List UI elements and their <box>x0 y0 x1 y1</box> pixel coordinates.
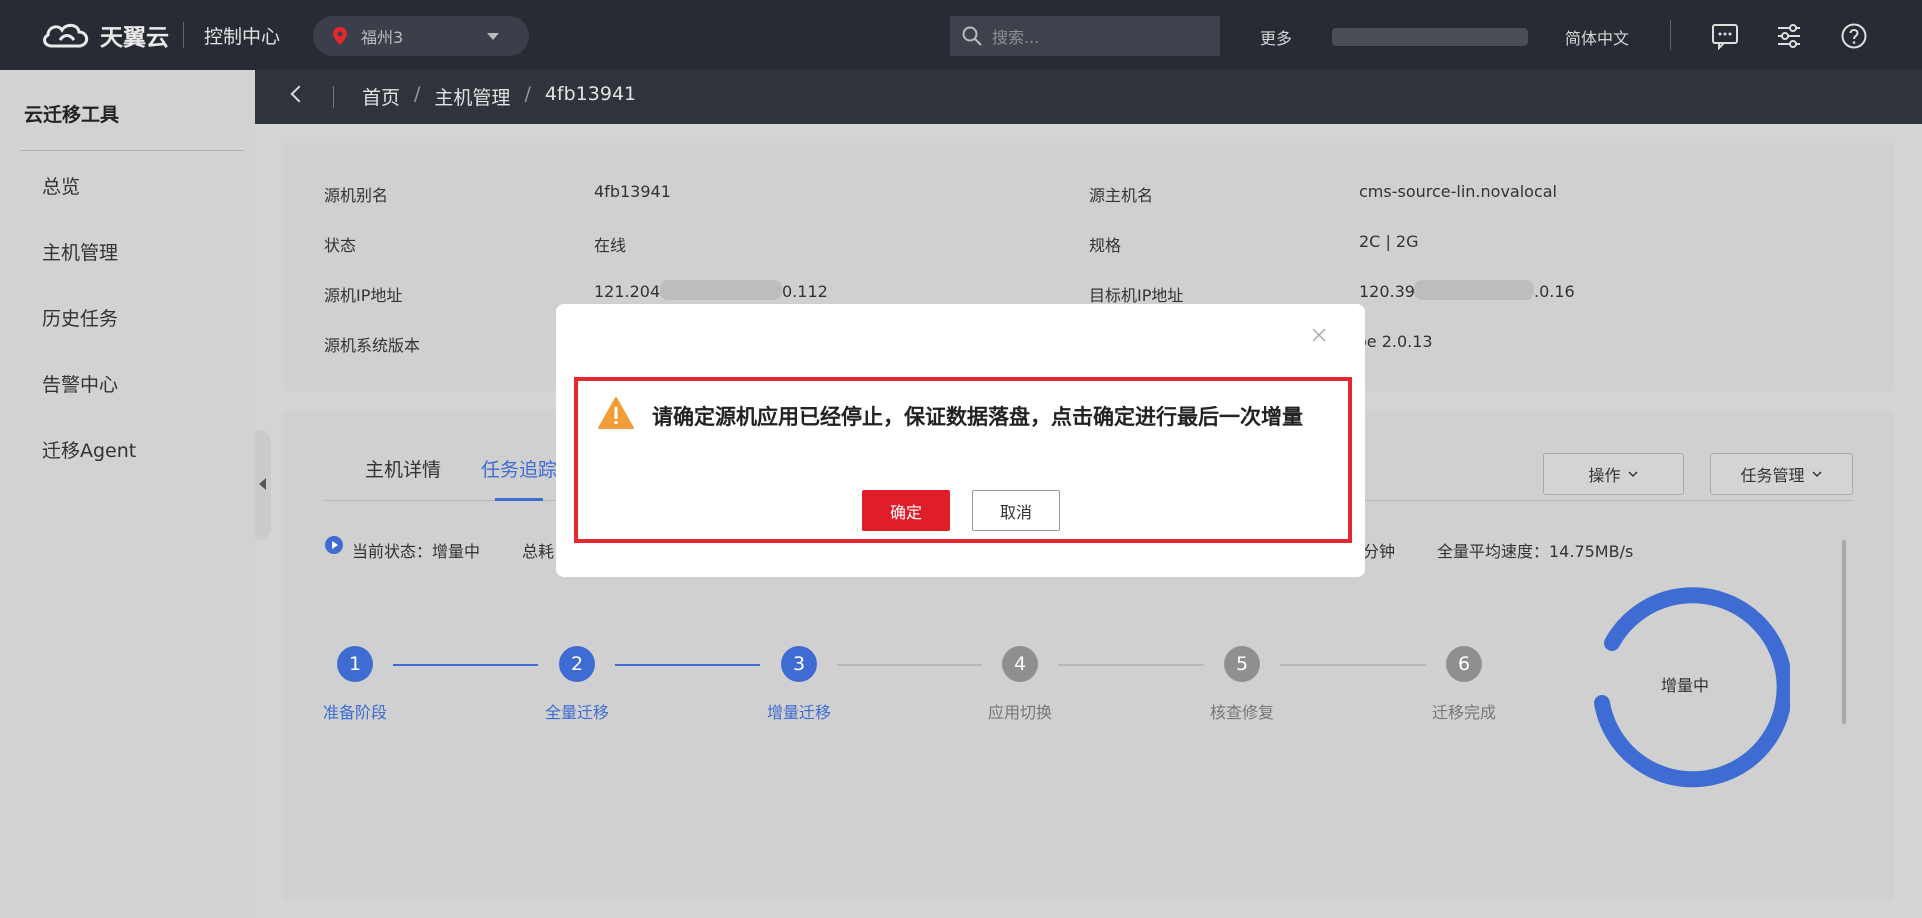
logo[interactable]: 天翼云 <box>40 17 169 53</box>
actions-dropdown-button[interactable]: 操作 <box>1543 453 1684 495</box>
step-number: 3 <box>781 646 817 682</box>
more-menu[interactable]: 更多 <box>1260 25 1292 49</box>
average-speed-text: 全量平均速度：14.75MB/s <box>1437 542 1634 561</box>
header-divider <box>1670 20 1671 50</box>
cloud-logo-icon <box>43 23 89 48</box>
progress-ring-label: 增量中 <box>1660 676 1709 695</box>
search-input[interactable]: 搜索... <box>950 16 1220 56</box>
step-number: 5 <box>1224 646 1260 682</box>
tab-task-tracking[interactable]: 任务追踪 <box>481 455 557 482</box>
breadcrumb-host-management[interactable]: 主机管理 <box>434 83 510 110</box>
warning-icon <box>598 397 634 429</box>
current-status-text: 当前状态：增量中 <box>352 542 481 561</box>
chevron-down-icon <box>487 33 499 40</box>
confirm-button[interactable]: 确定 <box>862 490 950 531</box>
task-management-label: 任务管理 <box>1740 466 1805 485</box>
sidebar-collapse-toggle[interactable] <box>255 430 271 540</box>
step-label: 全量迁移 <box>545 703 610 722</box>
step-connector <box>1058 664 1204 666</box>
step-label: 准备阶段 <box>323 703 388 722</box>
language-selector[interactable]: 简体中文 <box>1565 25 1629 49</box>
breadcrumb: 首页 / 主机管理 / 4fb13941 <box>255 70 1922 124</box>
tab-host-details[interactable]: 主机详情 <box>365 455 441 482</box>
step-connector <box>615 664 760 666</box>
top-navbar: 天翼云 控制中心 福州3 搜索... 更多 简体中文 <box>0 0 1922 70</box>
step-connector <box>837 664 982 666</box>
console-title[interactable]: 控制中心 <box>204 22 280 49</box>
help-icon[interactable] <box>1840 22 1868 50</box>
actions-label: 操作 <box>1588 466 1621 485</box>
close-icon[interactable] <box>1310 326 1328 344</box>
hostname-value: cms-source-lin.novalocal <box>1359 182 1557 201</box>
step-number: 4 <box>1002 646 1038 682</box>
alias-value: 4fb13941 <box>594 182 671 201</box>
sidebar: 云迁移工具 总览 主机管理 历史任务 告警中心 迁移Agent <box>0 70 255 918</box>
search-placeholder: 搜索... <box>992 28 1040 47</box>
source-ip-suffix: 0.112 <box>782 282 828 301</box>
breadcrumb-divider <box>333 86 334 108</box>
breadcrumb-current: 4fb13941 <box>544 83 637 105</box>
scrollbar[interactable] <box>1842 540 1846 724</box>
sidebar-item-migration-agent[interactable]: 迁移Agent <box>42 436 136 463</box>
sidebar-divider <box>20 150 244 151</box>
source-ip-redacted <box>660 280 782 300</box>
os-version-label: 源机系统版本 <box>324 336 421 355</box>
breadcrumb-separator: / <box>524 83 531 105</box>
region-label: 福州3 <box>361 28 404 47</box>
step-label: 应用切换 <box>988 703 1053 722</box>
sidebar-item-host-management[interactable]: 主机管理 <box>42 238 118 265</box>
duration-unit-partial: 分钟 <box>1363 542 1396 561</box>
target-ip-prefix: 120.39. <box>1359 282 1421 301</box>
step-number: 2 <box>559 646 595 682</box>
status-label: 状态 <box>324 236 357 255</box>
sidebar-item-overview[interactable]: 总览 <box>42 172 80 199</box>
spec-value: 2C | 2G <box>1359 232 1419 251</box>
search-icon <box>962 26 982 46</box>
breadcrumb-home[interactable]: 首页 <box>362 83 400 110</box>
task-management-dropdown-button[interactable]: 任务管理 <box>1710 453 1853 495</box>
step-number: 1 <box>337 646 373 682</box>
step-connector <box>1280 664 1426 666</box>
chevron-down-icon <box>1811 471 1822 478</box>
sidebar-item-history-tasks[interactable]: 历史任务 <box>42 304 118 331</box>
dialog-message: 请确定源机应用已经停止，保证数据落盘，点击确定进行最后一次增量 <box>652 405 1303 429</box>
alias-label: 源机别名 <box>324 186 389 205</box>
sidebar-title: 云迁移工具 <box>24 104 120 126</box>
target-ip-redacted <box>1414 280 1534 300</box>
step-label: 迁移完成 <box>1432 703 1497 722</box>
cancel-button[interactable]: 取消 <box>972 490 1060 531</box>
step-number: 6 <box>1446 646 1482 682</box>
hostname-label: 源主机名 <box>1089 186 1154 205</box>
spec-label: 规格 <box>1089 236 1122 255</box>
back-arrow-icon[interactable] <box>290 85 308 103</box>
status-play-icon <box>325 536 343 554</box>
agent-version-value: oe 2.0.13 <box>1357 332 1433 351</box>
location-pin-icon <box>333 27 347 45</box>
target-ip-label: 目标机IP地址 <box>1089 286 1184 305</box>
settings-sliders-icon[interactable] <box>1775 22 1803 50</box>
account-name-redacted[interactable] <box>1332 28 1528 46</box>
breadcrumb-separator: / <box>414 83 421 105</box>
source-ip-label: 源机IP地址 <box>324 286 403 305</box>
chevron-down-icon <box>1627 471 1638 478</box>
step-connector <box>393 664 538 666</box>
logo-divider <box>183 22 184 48</box>
sidebar-item-alarm-center[interactable]: 告警中心 <box>42 370 118 397</box>
active-tab-indicator <box>495 498 543 501</box>
message-icon[interactable] <box>1711 22 1739 50</box>
logo-text: 天翼云 <box>100 25 169 51</box>
status-value: 在线 <box>594 236 627 255</box>
caret-left-icon <box>259 478 266 490</box>
total-time-label: 总耗 <box>522 542 555 561</box>
region-selector[interactable]: 福州3 <box>313 16 529 56</box>
step-label: 核查修复 <box>1210 703 1275 722</box>
source-ip-prefix: 121.204. <box>594 282 666 301</box>
target-ip-suffix: .0.16 <box>1534 282 1575 301</box>
step-label: 增量迁移 <box>767 703 832 722</box>
